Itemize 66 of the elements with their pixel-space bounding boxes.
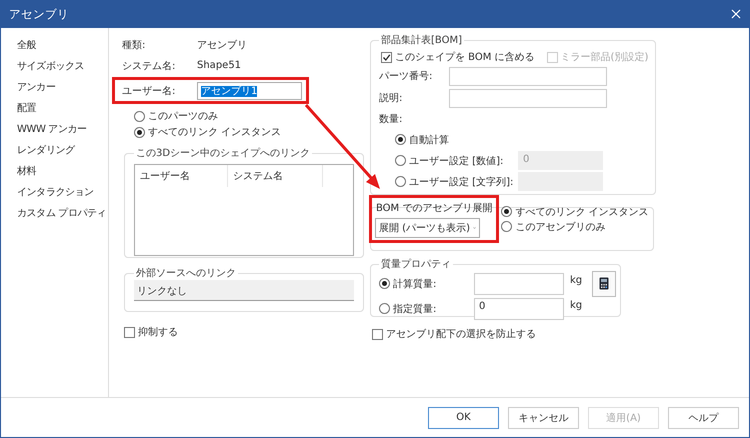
radio-button[interactable]: ユーザー設定 [数値]: [395,152,518,168]
radio-icon[interactable] [134,126,145,138]
group-title: 外部ソースへのリンク [135,266,237,280]
group-title: 質量プロパティ [380,258,452,271]
calculator-button[interactable] [592,270,616,296]
quantity-field: 0 [518,151,603,170]
field-label: パーツ番号: [379,70,434,83]
dialog-button[interactable]: ヘルプ [668,406,739,428]
radio-icon[interactable] [395,176,406,187]
dialog-button: 適用(A) [588,406,659,428]
field-label: 種類: [122,38,146,52]
window-title: アセンブリ [9,6,69,22]
mass-field[interactable] [474,272,564,294]
checkbox-icon[interactable] [381,52,392,62]
radio-button[interactable]: すべてのリンク インスタンス [501,204,649,219]
unit-label: kg [570,300,584,311]
radio-icon[interactable] [501,206,512,217]
checkbox-icon[interactable] [124,326,135,338]
checkbox[interactable]: 抑制する [124,324,367,340]
field-label: ユーザー名: [122,84,176,98]
radio-icon[interactable] [395,155,406,166]
checkbox-icon[interactable] [372,328,383,340]
radio-icon[interactable] [501,221,512,232]
expansion-dropdown[interactable]: 展開 (パーツも表示) [375,218,480,238]
sidebar-item[interactable]: 全般 [15,35,36,56]
description-field[interactable] [449,88,607,108]
radio-button[interactable]: 計算質量: [379,276,474,292]
field-value: Shape51 [197,60,242,71]
group-title: BOM でのアセンブリ展開 [375,202,494,215]
unit-label: kg [570,275,584,286]
radio-button[interactable]: すべてのリンク インスタンス [134,124,367,140]
close-icon[interactable] [731,9,741,19]
sidebar-item[interactable]: カスタム プロパティ [15,203,106,224]
sidebar-item[interactable]: 配置 [15,98,36,119]
radio-button[interactable]: このパーツのみ [134,108,367,124]
sidebar-item[interactable]: サイズボックス [15,56,84,77]
radio-icon[interactable] [379,278,390,289]
radio-button[interactable]: ユーザー設定 [文字列]: [395,174,518,190]
field-label: システム名: [122,60,176,72]
radio-button[interactable]: 指定質量: [379,300,474,316]
sidebar-item[interactable]: 材料 [15,161,36,182]
field-value: アセンブリ [197,38,247,52]
link-status-field: リンクなし [134,280,354,301]
sidebar-item[interactable]: WWW アンカー [15,119,87,140]
group-title: 部品集計表[BOM] [380,34,463,47]
radio-icon[interactable] [134,110,145,122]
group-title: この3Dシーン中のシェイプへのリンク [135,146,312,160]
column-header: ユーザー名 [135,165,228,187]
sidebar-item[interactable]: インタラクション [15,182,94,203]
field-label: 数量: [379,113,404,127]
radio-button[interactable]: 自動計算 [395,132,518,148]
sidebar-item[interactable]: アンカー [15,77,56,98]
sidebar-item[interactable]: レンダリング [15,140,75,161]
dialog-button[interactable]: OK [428,406,499,428]
user-name-field[interactable]: アセンブリ1 [197,82,302,100]
radio-button[interactable]: このアセンブリのみ [501,219,649,234]
field-label: 説明: [379,92,404,105]
column-header: システム名 [228,165,323,187]
checkbox[interactable]: アセンブリ配下の選択を防止する [372,326,615,342]
checkbox[interactable]: このシェイプを BOM に含める [381,49,535,65]
calculator-icon [599,277,609,290]
radio-icon[interactable] [379,303,390,314]
radio-icon[interactable] [395,134,406,145]
dialog-button[interactable]: キャンセル [508,406,579,428]
part-number-field[interactable] [449,66,607,86]
mass-field[interactable]: 0 [474,298,564,320]
